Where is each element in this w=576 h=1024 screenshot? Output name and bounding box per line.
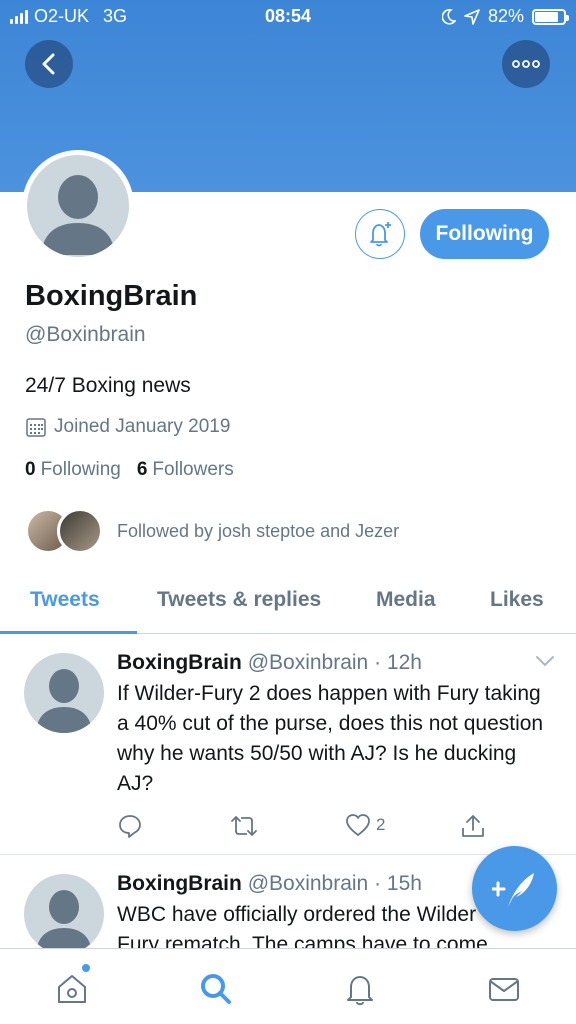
reply-button[interactable] [117, 813, 143, 839]
tweet-text: WBC have officially ordered the Wilder F… [117, 903, 488, 948]
tweet-time: · 15h [374, 872, 422, 895]
share-icon [462, 815, 484, 837]
tweet-avatar[interactable] [24, 874, 104, 948]
share-button[interactable] [460, 813, 486, 839]
tab-likes[interactable]: Likes [490, 588, 544, 612]
following-button[interactable]: Following [420, 209, 549, 259]
moon-icon [441, 8, 456, 25]
status-bar: O2-UK 3G 08:54 82% [0, 0, 576, 34]
tweet-author-name: BoxingBrain [117, 872, 242, 895]
following-count: 0 [25, 459, 36, 480]
bottom-nav [0, 948, 576, 1024]
default-avatar-icon [41, 175, 115, 255]
retweet-button[interactable] [230, 813, 258, 839]
following-stat[interactable]: 0 Following [25, 459, 121, 481]
tweet-avatar[interactable] [24, 653, 104, 733]
notifications-toggle-button[interactable] [355, 209, 405, 259]
nav-search[interactable] [196, 969, 236, 1009]
chevron-left-icon [42, 53, 55, 75]
notifications-icon [347, 976, 373, 1006]
chevron-down-icon[interactable] [535, 655, 555, 667]
active-tab-indicator [0, 631, 137, 634]
tab-media[interactable]: Media [376, 588, 436, 612]
like-button[interactable]: 2 [345, 813, 385, 837]
profile-tabs: Tweets Tweets & replies Media Likes [0, 580, 576, 634]
following-label: Following [40, 459, 121, 480]
tab-tweets[interactable]: Tweets [30, 588, 100, 612]
tweet-header: BoxingBrain @Boxinbrain · 15h [117, 872, 422, 896]
heart-icon [346, 814, 370, 836]
search-icon [201, 974, 231, 1004]
nav-messages[interactable] [484, 969, 524, 1009]
messages-icon [489, 978, 519, 1001]
followed-by-text: Followed by josh steptoe and Jezer [117, 520, 400, 541]
home-icon [58, 975, 86, 1003]
more-icon [512, 60, 540, 68]
more-button[interactable] [502, 40, 550, 88]
joined-label: Joined January 2019 [54, 416, 231, 437]
tweet-time: · 12h [374, 651, 422, 674]
tweet-actions: 2 [117, 813, 497, 841]
profile-name: BoxingBrain [25, 280, 198, 312]
nav-notifications[interactable] [340, 969, 380, 1009]
battery-icon [532, 8, 569, 25]
tweet-author-handle: @Boxinbrain [247, 651, 369, 674]
tweet-author-handle: @Boxinbrain [247, 872, 369, 895]
profile-avatar[interactable] [22, 150, 134, 262]
tweet-text: If Wilder-Fury 2 does happen with Fury t… [117, 682, 544, 795]
tweet-header: BoxingBrain @Boxinbrain · 12h [117, 651, 422, 675]
followed-by-row[interactable]: Followed by josh steptoe and Jezer [25, 508, 399, 554]
followers-label: Followers [152, 459, 234, 480]
status-right: 82% [441, 6, 569, 27]
location-arrow-icon [464, 8, 480, 25]
default-avatar-icon [36, 669, 92, 733]
tweet[interactable]: BoxingBrain @Boxinbrain · 12h If Wilder-… [0, 635, 576, 855]
back-button[interactable] [25, 40, 73, 88]
follow-stats: 0 Following 6 Followers [25, 459, 234, 481]
compose-tweet-button[interactable] [472, 846, 557, 931]
followers-stat[interactable]: 6 Followers [137, 459, 234, 481]
battery-percent: 82% [487, 6, 524, 26]
like-count: 2 [376, 815, 386, 834]
compose-icon [491, 872, 534, 907]
bell-plus-icon [370, 222, 391, 247]
tweet-author-name: BoxingBrain [117, 651, 242, 674]
profile-handle: @Boxinbrain [25, 323, 146, 346]
reply-icon [119, 815, 141, 838]
retweet-icon [231, 816, 257, 836]
tab-tweets-replies[interactable]: Tweets & replies [157, 588, 321, 612]
calendar-icon [26, 418, 46, 437]
followers-count: 6 [136, 459, 148, 480]
profile-bio: 24/7 Boxing news [25, 374, 191, 397]
joined-date: Joined January 2019 [25, 416, 230, 438]
new-content-dot [82, 964, 90, 972]
default-avatar-icon [36, 890, 92, 948]
nav-home[interactable] [52, 969, 92, 1009]
follower-avatar [57, 508, 103, 554]
